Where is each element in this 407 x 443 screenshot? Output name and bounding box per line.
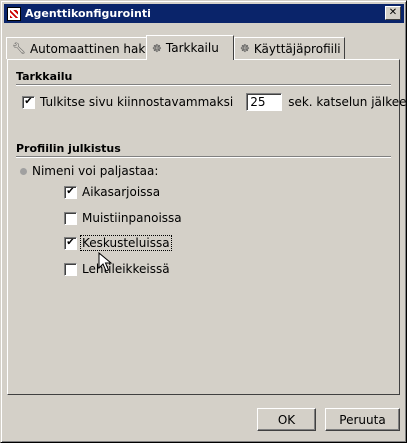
wrench-icon: 🔧︎ xyxy=(12,42,26,55)
discussions-checkbox[interactable]: ✔ xyxy=(64,236,77,250)
timelines-checkbox[interactable]: ✔ xyxy=(64,185,77,199)
interest-checkbox[interactable]: ✔ xyxy=(22,95,35,109)
option-clippings: Lehtileikkeissä xyxy=(64,262,170,276)
seconds-suffix: sek. katselun jälkeen xyxy=(288,95,407,109)
tab-panel-monitoring: Tarkkailu ✔ Tulkitse sivu kiinnostavamma… xyxy=(7,59,407,395)
notes-label: Muistiinpanoissa xyxy=(82,211,182,225)
reveal-name-radio[interactable]: Nimeni voi paljastaa: xyxy=(20,164,158,178)
ok-button[interactable]: OK xyxy=(257,408,316,431)
reveal-name-label: Nimeni voi paljastaa: xyxy=(32,164,159,178)
agent-icon: ☸ xyxy=(152,41,162,55)
agent-icon: ☸ xyxy=(240,42,250,55)
tab-strip: 🔧︎ Automaattinen haku ☸ Tarkkailu ☸ Käyt… xyxy=(6,35,402,60)
title-bar[interactable]: Agenttikonfigurointi ✕ xyxy=(4,4,404,23)
section-heading-monitoring: Tarkkailu xyxy=(16,70,73,83)
app-icon xyxy=(7,6,21,21)
tab-monitoring[interactable]: ☸ Tarkkailu xyxy=(146,35,234,60)
section-heading-profile: Profiilin julkistus xyxy=(16,142,121,155)
radio-bullet-icon xyxy=(20,167,27,175)
window-title: Agenttikonfigurointi xyxy=(25,7,151,20)
dialog-window: Agenttikonfigurointi ✕ 🔧︎ Automaattinen … xyxy=(0,0,407,443)
tab-automatic-search[interactable]: 🔧︎ Automaattinen haku xyxy=(6,37,153,59)
tab-label: Käyttäjäprofiili xyxy=(253,41,341,56)
notes-checkbox[interactable] xyxy=(64,211,77,225)
section-divider xyxy=(16,84,391,86)
tab-user-profile[interactable]: ☸ Käyttäjäprofiili xyxy=(234,37,345,59)
timelines-label: Aikasarjoissa xyxy=(82,185,161,199)
cancel-button[interactable]: Peruuta xyxy=(325,408,400,431)
option-timelines: ✔ Aikasarjoissa xyxy=(64,185,160,199)
tab-label: Automaattinen haku xyxy=(29,41,153,56)
clippings-checkbox[interactable] xyxy=(64,262,77,276)
monitoring-row: ✔ Tulkitse sivu kiinnostavammaksi sek. k… xyxy=(22,93,407,111)
close-button[interactable]: ✕ xyxy=(385,6,401,20)
clippings-label: Lehtileikkeissä xyxy=(82,262,170,276)
tab-label: Tarkkailu xyxy=(165,41,219,55)
discussions-label: Keskusteluissa xyxy=(80,235,172,251)
section-divider xyxy=(16,156,391,158)
option-discussions: ✔ Keskusteluissa xyxy=(64,235,172,251)
interest-checkbox-label: Tulkitse sivu kiinnostavammaksi xyxy=(40,95,234,109)
seconds-input[interactable] xyxy=(246,93,283,111)
option-notes: Muistiinpanoissa xyxy=(64,211,182,225)
